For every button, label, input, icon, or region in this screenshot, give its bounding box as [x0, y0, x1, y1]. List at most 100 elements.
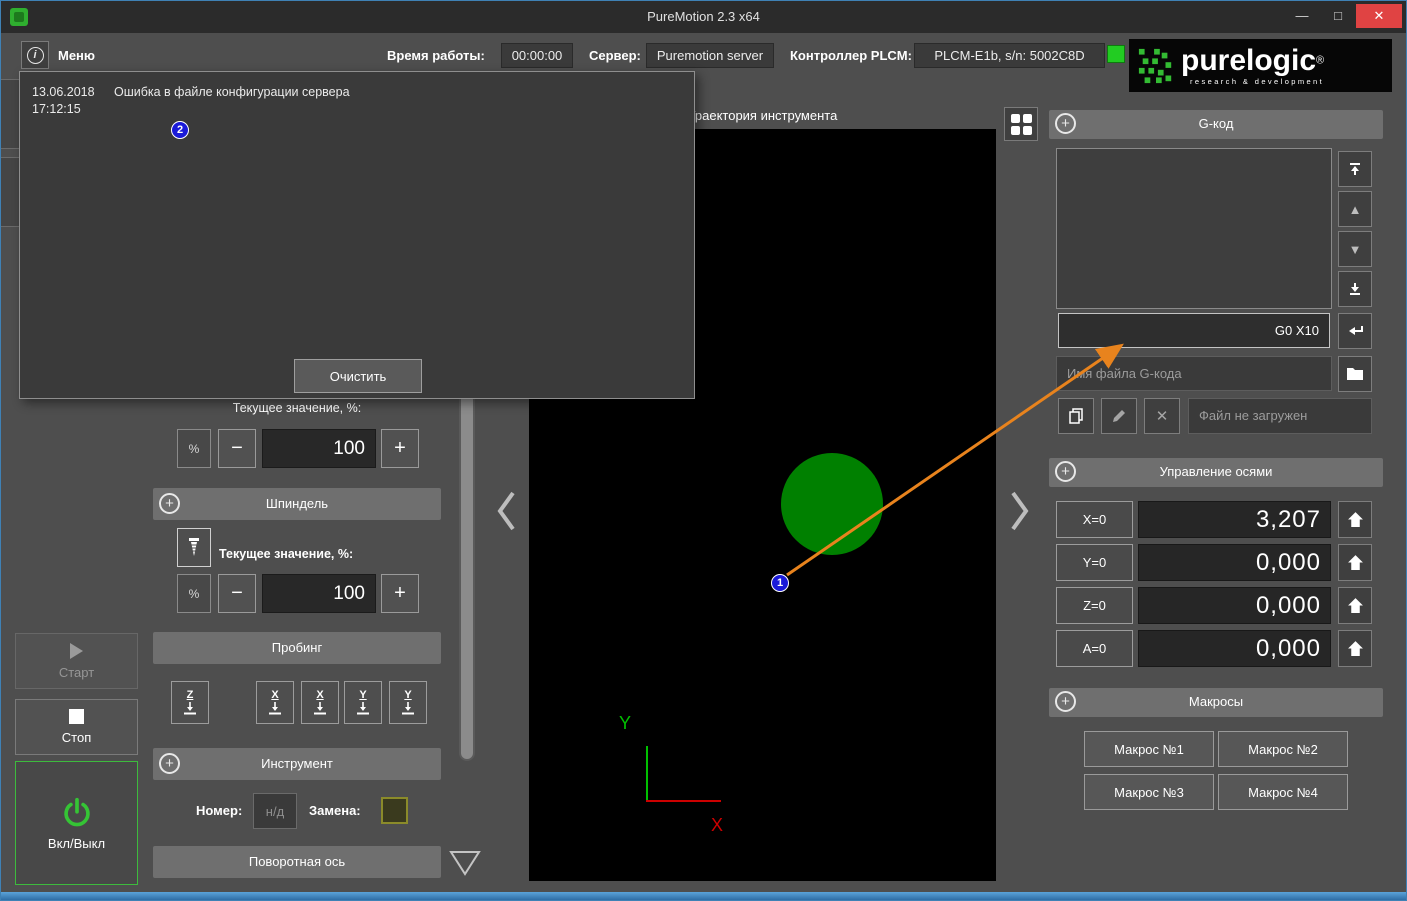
power-label: Вкл/Выкл: [47, 835, 106, 851]
feed-minus-button[interactable]: −: [218, 429, 256, 468]
macros-expand-button[interactable]: +: [1055, 691, 1076, 712]
stop-button[interactable]: Стоп: [15, 699, 138, 755]
gcode-scroll-down-button[interactable]: ▼: [1338, 231, 1372, 267]
close-button[interactable]: ✕: [1356, 4, 1402, 28]
menu-button[interactable]: Меню: [58, 48, 95, 63]
probe-x-plus-button[interactable]: X: [301, 681, 339, 724]
gcode-expand-button[interactable]: +: [1055, 113, 1076, 134]
view-layout-button[interactable]: [1004, 107, 1038, 141]
probe-x-minus-button[interactable]: X: [256, 681, 294, 724]
axes-expand-button[interactable]: +: [1055, 461, 1076, 482]
uptime-value: 00:00:00: [501, 43, 573, 68]
home-icon: [1347, 641, 1363, 656]
feed-value: 100: [262, 429, 376, 468]
tool-replace-label: Замена:: [309, 803, 361, 818]
gcode-command-input[interactable]: [1058, 313, 1330, 348]
collapse-right-chevron-icon[interactable]: [1009, 489, 1031, 533]
probe-down-icon: [357, 701, 369, 714]
probe-down-icon: [269, 701, 281, 714]
gcode-send-button[interactable]: [1338, 313, 1372, 349]
tool-title: Инструмент: [261, 756, 333, 771]
gcode-scroll-bottom-button[interactable]: [1338, 271, 1372, 307]
macros-title: Макросы: [1188, 694, 1244, 709]
edit-file-button[interactable]: [1101, 398, 1137, 434]
collapse-left-chevron-icon[interactable]: [495, 489, 517, 533]
rotary-section-header: Поворотная ось: [153, 846, 441, 878]
x-zero-button[interactable]: X=0: [1056, 501, 1133, 538]
file-status: Файл не загружен: [1188, 398, 1372, 434]
z-home-button[interactable]: [1338, 587, 1372, 624]
gcode-title: G-код: [1198, 116, 1234, 131]
probe-letter: X: [271, 688, 279, 701]
copy-pages-icon: [1069, 408, 1083, 424]
a-zero-button[interactable]: A=0: [1056, 630, 1133, 667]
power-icon: [63, 797, 90, 826]
feed-current-label: Текущее значение, %:: [232, 401, 362, 415]
macro-2-button[interactable]: Макрос №2: [1218, 731, 1348, 767]
play-icon: [70, 642, 83, 659]
x-home-button[interactable]: [1338, 501, 1372, 538]
side-tab-2[interactable]: [1, 157, 20, 227]
server-value: Puremotion server: [646, 43, 774, 68]
probe-down-icon: [184, 701, 196, 714]
gcode-scroll-top-button[interactable]: [1338, 151, 1372, 187]
gcode-filename-input[interactable]: [1056, 356, 1332, 391]
spindle-current-label: Текущее значение, %:: [219, 547, 354, 561]
side-tab-1[interactable]: [1, 79, 20, 149]
logo-subtitle: research & development: [1190, 76, 1325, 86]
info-icon: i: [26, 46, 44, 64]
spindle-section-header: + Шпиндель: [153, 488, 441, 520]
info-button[interactable]: i: [21, 41, 49, 69]
close-file-button[interactable]: ✕: [1144, 398, 1180, 434]
y-zero-button[interactable]: Y=0: [1056, 544, 1133, 581]
gcode-section-header: + G-код: [1049, 110, 1383, 139]
a-home-button[interactable]: [1338, 630, 1372, 667]
rotary-title: Поворотная ось: [248, 854, 346, 869]
scroll-down-triangle-icon[interactable]: [448, 846, 482, 880]
tool-replace-checkbox[interactable]: [381, 797, 408, 824]
connection-status-indicator: [1107, 45, 1125, 63]
tool-expand-button[interactable]: +: [159, 753, 180, 774]
x-axis-line: [646, 800, 721, 802]
logo-dot-matrix-icon: [1138, 48, 1172, 83]
open-file-button[interactable]: [1338, 356, 1372, 392]
server-label: Сервер:: [589, 48, 641, 63]
power-button[interactable]: Вкл/Выкл: [15, 761, 138, 885]
new-file-button[interactable]: [1058, 398, 1094, 434]
feed-plus-button[interactable]: +: [381, 429, 419, 468]
probe-y-plus-button[interactable]: Y: [389, 681, 427, 724]
annotation-badge-2: 2: [171, 121, 189, 139]
axes-section-header: + Управление осями: [1049, 458, 1383, 487]
log-entry-date: 13.06.2018: [32, 85, 95, 99]
gcode-listing[interactable]: [1056, 148, 1332, 309]
gcode-scroll-up-button[interactable]: ▲: [1338, 191, 1372, 227]
a-axis-value: 0,000: [1138, 630, 1331, 667]
z-zero-button[interactable]: Z=0: [1056, 587, 1133, 624]
minimize-button[interactable]: —: [1284, 4, 1320, 28]
macro-4-button[interactable]: Макрос №4: [1218, 774, 1348, 810]
tool-number-label: Номер:: [196, 803, 243, 818]
tool-number-value: н/д: [253, 793, 297, 829]
macro-3-button[interactable]: Макрос №3: [1084, 774, 1214, 810]
y-home-button[interactable]: [1338, 544, 1372, 581]
probe-z-button[interactable]: Z: [171, 681, 209, 724]
toolpath-circle: [781, 453, 883, 555]
home-icon: [1347, 555, 1363, 570]
tool-section-header: + Инструмент: [153, 748, 441, 780]
probe-letter: Y: [359, 688, 367, 701]
start-button[interactable]: Старт: [15, 633, 138, 689]
probe-letter: Z: [186, 688, 194, 701]
spindle-minus-button[interactable]: −: [218, 574, 256, 613]
window-title: PureMotion 2.3 x64: [647, 9, 760, 24]
spindle-plus-button[interactable]: +: [381, 574, 419, 613]
folder-icon: [1347, 368, 1363, 380]
pencil-icon: [1113, 410, 1125, 422]
maximize-button[interactable]: □: [1320, 4, 1356, 28]
clear-log-button[interactable]: Очистить: [294, 359, 422, 393]
probe-y-minus-button[interactable]: Y: [344, 681, 382, 724]
spindle-expand-button[interactable]: +: [159, 493, 180, 514]
log-entry: 13.06.2018 17:12:15 Ошибка в файле конфи…: [32, 84, 350, 118]
spindle-button[interactable]: [177, 528, 211, 567]
annotation-badge-1: 1: [771, 574, 789, 592]
macro-1-button[interactable]: Макрос №1: [1084, 731, 1214, 767]
